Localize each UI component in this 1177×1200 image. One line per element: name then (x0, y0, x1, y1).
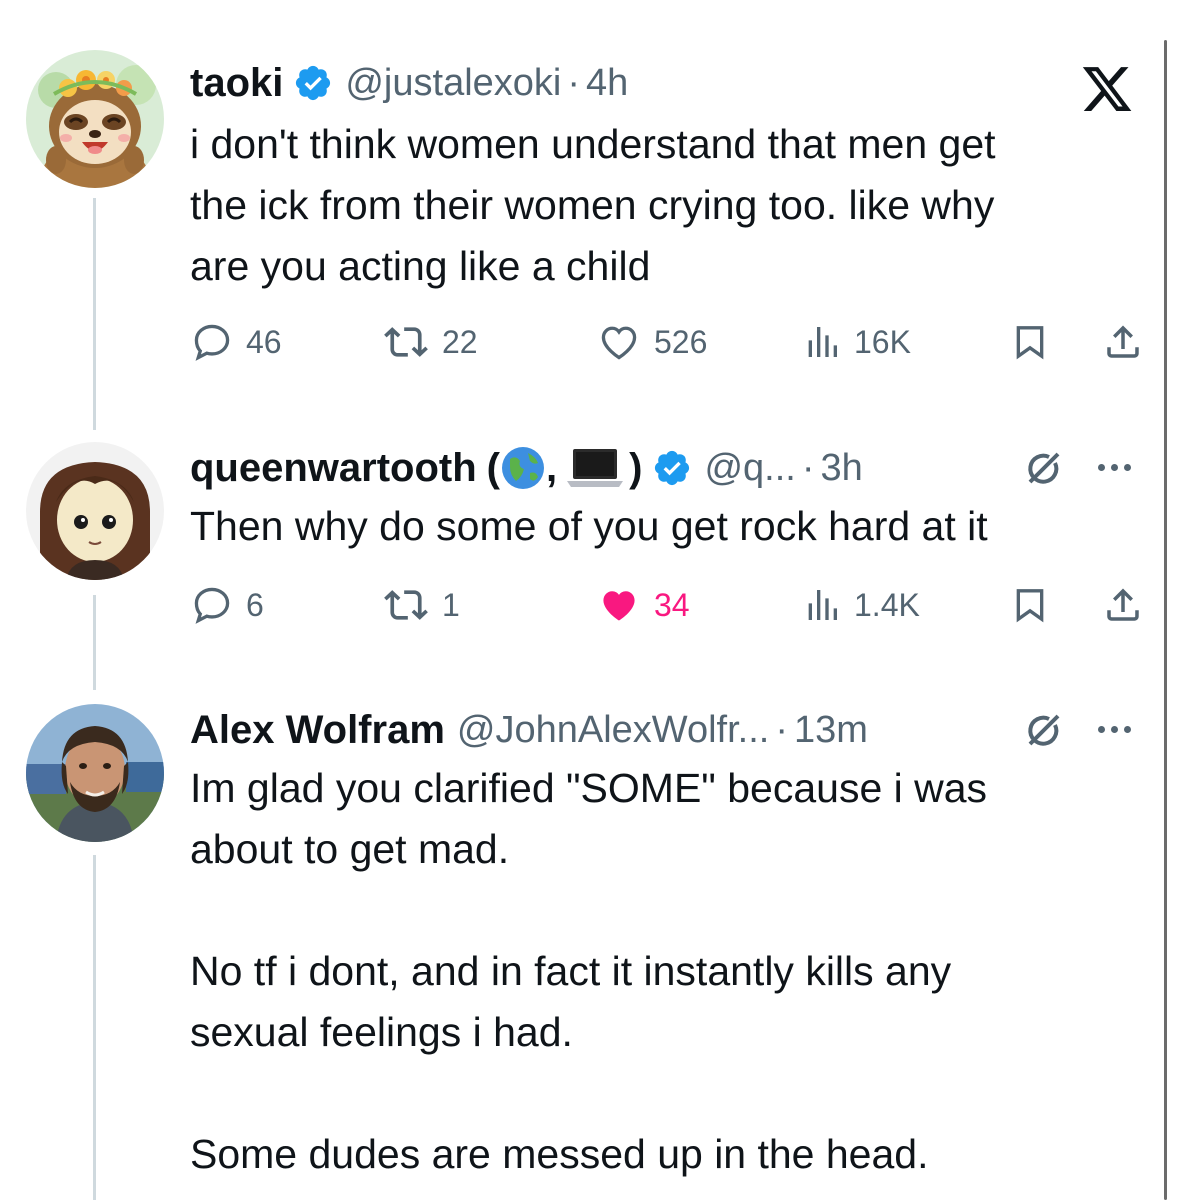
action-bar: 46 22 526 16K (190, 317, 1150, 367)
display-name[interactable]: queenwartooth (190, 446, 477, 491)
name-paren-open: ( (486, 445, 500, 490)
name-paren-close: ) (629, 445, 643, 490)
tweet-text: Then why do some of you get rock hard at… (190, 503, 988, 549)
tweet-queenwartooth[interactable]: queenwartooth ( , ) @q... · 3h Then why … (0, 420, 1165, 690)
retweet-button[interactable]: 22 (382, 317, 478, 367)
action-bar: 6 1 34 1.4K (190, 580, 1150, 630)
like-button[interactable]: 526 (596, 317, 707, 367)
tweet-text: Im glad you clarified "SOME" because i w… (190, 765, 988, 1177)
share-button[interactable] (1102, 580, 1144, 630)
timestamp[interactable]: 13m (794, 709, 868, 752)
more-options-icon[interactable] (1098, 464, 1131, 471)
cartoon-avatar-image (26, 442, 164, 580)
display-name[interactable]: taoki (190, 61, 283, 106)
tweet-taoki[interactable]: taoki @justalexoki · 4h i don't think wo… (0, 0, 1165, 420)
tweet-header: queenwartooth ( , ) @q... · 3h (190, 440, 863, 496)
heart-filled-icon (603, 591, 635, 621)
retweet-count: 22 (442, 323, 478, 360)
reply-count: 46 (246, 323, 282, 360)
views-button[interactable]: 16K (802, 317, 911, 367)
timestamp[interactable]: 4h (586, 62, 628, 105)
like-button[interactable]: 34 (596, 580, 690, 630)
separator-dot: · (567, 61, 581, 104)
handle[interactable]: @JohnAlexWolfr... (457, 709, 769, 752)
share-button[interactable] (1102, 317, 1144, 367)
grok-icon[interactable] (1020, 444, 1068, 492)
heart-icon (601, 326, 637, 360)
tweet-header: taoki @justalexoki · 4h (190, 58, 628, 108)
laptop-emoji (567, 449, 624, 487)
tweet-alex-wolfram[interactable]: Alex Wolfram @JohnAlexWolfr... · 13m Im … (0, 690, 1165, 1200)
more-options-icon[interactable] (1098, 726, 1131, 733)
reply-button[interactable]: 46 (190, 317, 282, 367)
reply-count: 6 (246, 586, 264, 623)
handle[interactable]: @q... (704, 447, 795, 490)
like-count: 526 (654, 323, 708, 360)
tweet-header: Alex Wolfram @JohnAlexWolfr... · 13m (190, 702, 868, 758)
bookmark-icon (1016, 589, 1044, 623)
separator-dot: · (775, 708, 788, 751)
views-button[interactable]: 1.4K (802, 580, 920, 630)
globe-emoji (502, 447, 544, 489)
reply-icon (194, 324, 230, 361)
reply-button[interactable]: 6 (190, 580, 264, 630)
avatar[interactable] (26, 442, 164, 580)
grok-icon[interactable] (1020, 706, 1068, 754)
views-icon (808, 327, 837, 357)
bookmark-button[interactable] (1010, 317, 1050, 367)
views-icon (808, 590, 837, 620)
separator-dot: · (801, 446, 815, 489)
like-count: 34 (654, 586, 690, 623)
retweet-icon (384, 327, 428, 357)
views-count: 1.4K (854, 586, 920, 623)
timestamp[interactable]: 3h (821, 447, 863, 490)
share-icon (1107, 325, 1139, 358)
thread-view: taoki @justalexoki · 4h i don't think wo… (0, 0, 1177, 1200)
bookmark-button[interactable] (1010, 580, 1050, 630)
tweet-text: i don't think women understand that men … (190, 121, 996, 289)
sloth-avatar-image (26, 50, 164, 188)
avatar[interactable] (26, 704, 164, 842)
views-count: 16K (854, 323, 911, 360)
retweet-button[interactable]: 1 (382, 580, 460, 630)
verified-badge-icon (296, 65, 331, 101)
display-name[interactable]: Alex Wolfram (190, 708, 445, 753)
x-logo-icon[interactable] (1079, 62, 1135, 116)
share-icon (1107, 588, 1139, 621)
bookmark-icon (1016, 326, 1044, 360)
retweet-icon (384, 590, 428, 620)
name-comma: , (546, 445, 558, 490)
avatar[interactable] (26, 50, 164, 188)
handle[interactable]: @justalexoki (345, 62, 561, 105)
retweet-count: 1 (442, 586, 460, 623)
reply-icon (194, 587, 230, 624)
verified-badge-icon (655, 450, 690, 486)
photo-avatar-image (26, 704, 164, 842)
